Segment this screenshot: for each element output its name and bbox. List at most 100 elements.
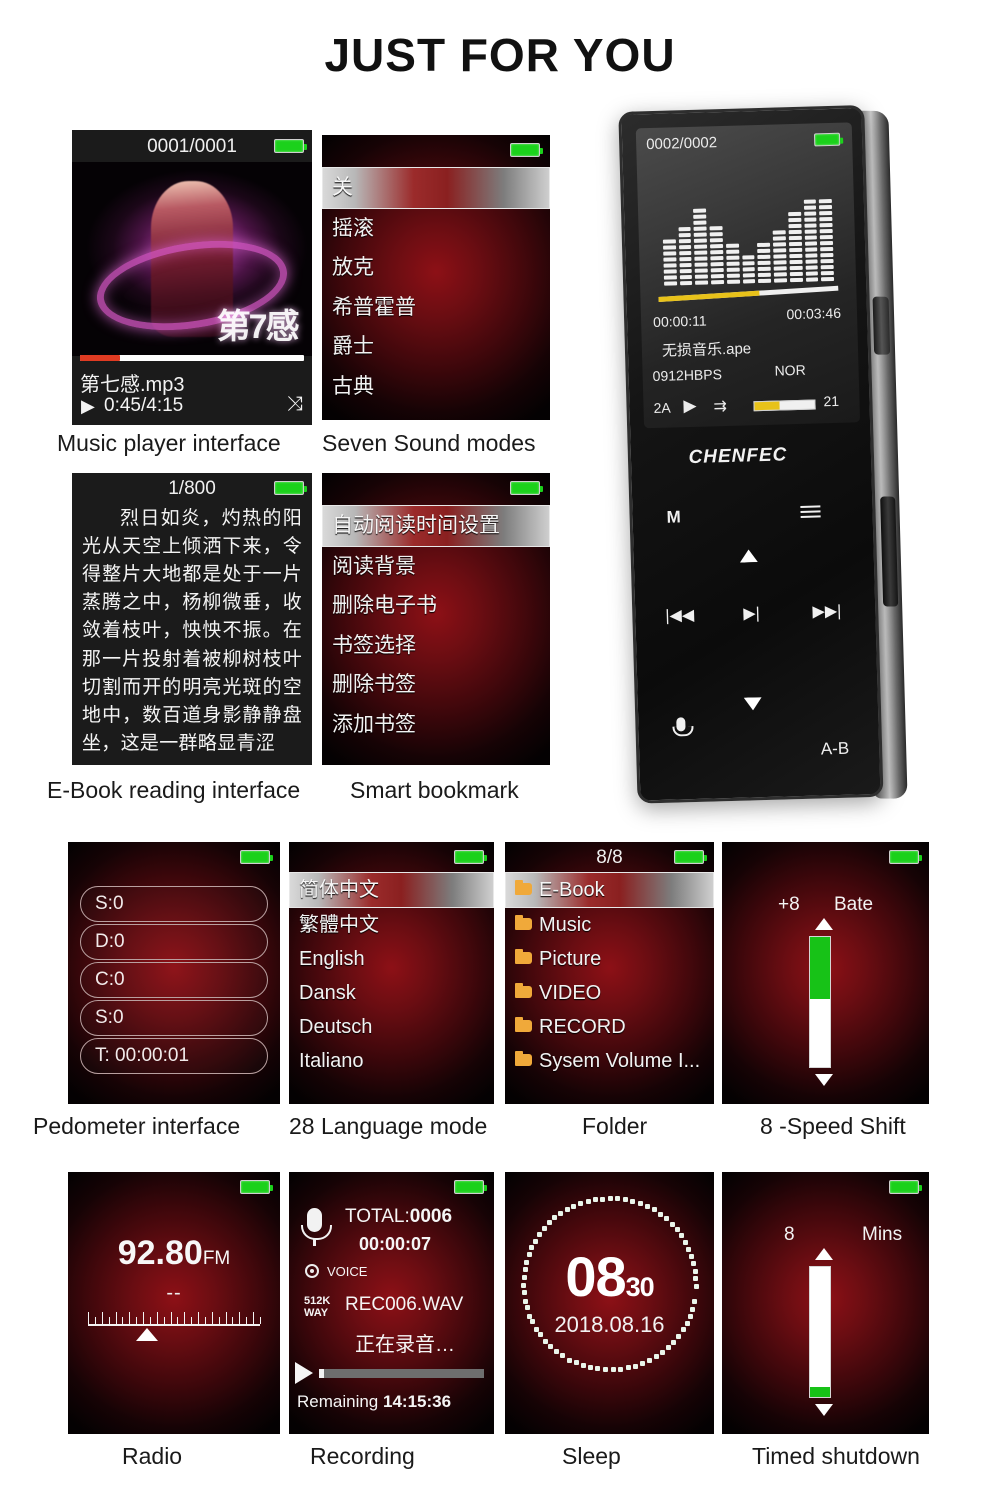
play-pause-icon[interactable]: ▶| (743, 603, 760, 623)
bookmark-menu-item[interactable]: 阅读背景 (322, 547, 550, 587)
eq-bar (662, 239, 677, 286)
sound-mode-item[interactable]: 摇滚 (322, 209, 550, 249)
bookmark-menu-item[interactable]: 添加书签 (322, 705, 550, 745)
battery-icon (813, 132, 841, 147)
previous-track-icon[interactable]: |◀◀ (665, 605, 694, 626)
caption-folder: Folder (582, 1113, 648, 1139)
eq-bar (803, 199, 819, 282)
battery-icon (510, 143, 543, 157)
language-item[interactable]: 繁體中文 (289, 908, 494, 942)
screen-bookmark[interactable]: 自动阅读时间设置 阅读背景 删除电子书 书签选择 删除书签 添加书签 (322, 473, 550, 765)
bookmark-menu-item[interactable]: 自动阅读时间设置 (322, 505, 550, 547)
play-icon[interactable]: ▶ (81, 396, 95, 417)
screen-radio[interactable]: 92.80FM -- (68, 1172, 280, 1434)
language-item[interactable]: Deutsch (289, 1010, 494, 1044)
folder-icon (515, 915, 532, 930)
shutdown-slider[interactable] (809, 1266, 831, 1398)
folder-item[interactable]: E-Book (505, 872, 714, 908)
folder-item[interactable]: VIDEO (505, 976, 714, 1010)
ab-repeat-button[interactable]: A-B (821, 739, 850, 760)
screen-ebook[interactable]: 1/800 烈日如炎，灼热的阳光从天空上倾洒下来，令得整片大地都是处于一片蒸腾之… (72, 473, 312, 765)
folder-item-label: RECORD (539, 1016, 626, 1038)
screen-timed-shutdown[interactable]: 8 Mins (722, 1172, 929, 1434)
folder-item[interactable]: Picture (505, 942, 714, 976)
screen-recording[interactable]: TOTAL:0006 00:00:07 VOICE 512K WAY REC00… (289, 1172, 494, 1434)
caption-bookmark: Smart bookmark (350, 777, 519, 803)
device-seek-bar[interactable] (658, 285, 839, 302)
language-item[interactable]: Italiano (289, 1044, 494, 1078)
screen-speed-shift[interactable]: +8 Bate (722, 842, 929, 1104)
device-photo: 0002/0002 00:00:11 00:03:46 无损音乐.ape 091… (618, 104, 908, 811)
bookmark-menu-item[interactable]: 书签选择 (322, 626, 550, 666)
play-icon[interactable] (295, 1362, 313, 1384)
microphone-icon[interactable] (676, 717, 686, 732)
screen-pedometer[interactable]: S:0 D:0 C:0 S:0 T: 00:00:01 (68, 842, 280, 1104)
sound-mode-list[interactable]: 关 摇滚 放克 希普霍普 爵士 古典 (322, 167, 550, 406)
eye-icon (305, 1264, 319, 1278)
device-loop-icon[interactable]: ⇉ (713, 396, 727, 416)
pedometer-row: D:0 (80, 924, 268, 960)
device-screen[interactable]: 0002/0002 00:00:11 00:03:46 无损音乐.ape 091… (635, 122, 861, 429)
battery-icon (889, 1180, 922, 1194)
bookmark-menu-item[interactable]: 删除电子书 (322, 586, 550, 626)
sleep-minute: 30 (625, 1272, 655, 1302)
device-side-slot (880, 496, 899, 607)
folder-item-label: Sysem Volume I... (539, 1050, 701, 1072)
device-side-button[interactable] (872, 296, 891, 355)
shuffle-icon[interactable]: ⤨ (287, 393, 303, 416)
folder-item[interactable]: Music (505, 908, 714, 942)
sound-mode-item[interactable]: 关 (322, 167, 550, 209)
device-play-icon[interactable]: ▶ (683, 396, 697, 416)
speed-slider[interactable] (809, 936, 831, 1068)
battery-icon (510, 481, 543, 495)
down-button[interactable] (744, 697, 762, 710)
sound-mode-item[interactable]: 放克 (322, 248, 550, 288)
pedometer-row: T: 00:00:01 (80, 1038, 268, 1074)
caption-sleep: Sleep (562, 1443, 621, 1469)
recording-total: TOTAL:0006 (345, 1206, 452, 1228)
language-item[interactable]: English (289, 942, 494, 976)
recording-progress[interactable] (319, 1369, 484, 1378)
sound-mode-item[interactable]: 爵士 (322, 327, 550, 367)
decrease-icon[interactable] (815, 1074, 833, 1086)
bookmark-menu-item[interactable]: 删除书签 (322, 665, 550, 705)
recording-remaining: Remaining 14:15:36 (297, 1392, 451, 1412)
album-art: 第7感 (72, 162, 312, 356)
folder-icon (515, 1051, 532, 1066)
sound-mode-item[interactable]: 古典 (322, 367, 550, 407)
recording-mode: VOICE (327, 1264, 368, 1279)
bookmark-menu-list[interactable]: 自动阅读时间设置 阅读背景 删除电子书 书签选择 删除书签 添加书签 (322, 505, 550, 744)
screen-folder[interactable]: 8/8 E-Book Music Picture VIDEO RECORD Sy… (505, 842, 714, 1104)
radio-band: FM (202, 1248, 231, 1269)
caption-timed-shutdown: Timed shutdown (752, 1443, 920, 1469)
screen-language[interactable]: 简体中文 繁體中文 English Dansk Deutsch Italiano (289, 842, 494, 1104)
device-repeat-mode: 2A (653, 399, 671, 417)
sound-mode-item[interactable]: 希普霍普 (322, 288, 550, 328)
increase-icon[interactable] (815, 1248, 833, 1260)
device-volume-bar[interactable] (753, 399, 816, 412)
language-item[interactable]: Dansk (289, 976, 494, 1010)
folder-list[interactable]: E-Book Music Picture VIDEO RECORD Sysem … (505, 872, 714, 1078)
next-track-icon[interactable]: ▶▶| (812, 601, 841, 622)
recording-total-value: 0006 (409, 1206, 453, 1227)
playback-progress[interactable] (80, 355, 304, 361)
caption-recording: Recording (310, 1443, 415, 1469)
language-list[interactable]: 简体中文 繁體中文 English Dansk Deutsch Italiano (289, 872, 494, 1078)
menu-icon[interactable] (800, 505, 821, 520)
battery-icon (889, 850, 922, 864)
radio-tuning-scale[interactable] (88, 1312, 261, 1326)
pedometer-row: S:0 (80, 1000, 268, 1036)
screen-sound-modes[interactable]: 关 摇滚 放克 希普霍普 爵士 古典 (322, 135, 550, 420)
decrease-icon[interactable] (815, 1404, 833, 1416)
language-item[interactable]: 简体中文 (289, 872, 494, 908)
folder-item[interactable]: Sysem Volume I... (505, 1044, 714, 1078)
radio-tuner-pointer[interactable] (136, 1328, 158, 1341)
folder-item[interactable]: RECORD (505, 1010, 714, 1044)
screen-music-player[interactable]: 0001/0001 第7感 第七感.mp3 ▶ 0:45/4:15 ⤨ (72, 130, 312, 425)
increase-icon[interactable] (815, 918, 833, 930)
screen-sleep[interactable]: 0830 2018.08.16 (505, 1172, 714, 1434)
up-button[interactable] (740, 549, 758, 562)
folder-icon (515, 1017, 532, 1032)
battery-icon (240, 1180, 273, 1194)
mode-button[interactable]: M (666, 507, 681, 527)
